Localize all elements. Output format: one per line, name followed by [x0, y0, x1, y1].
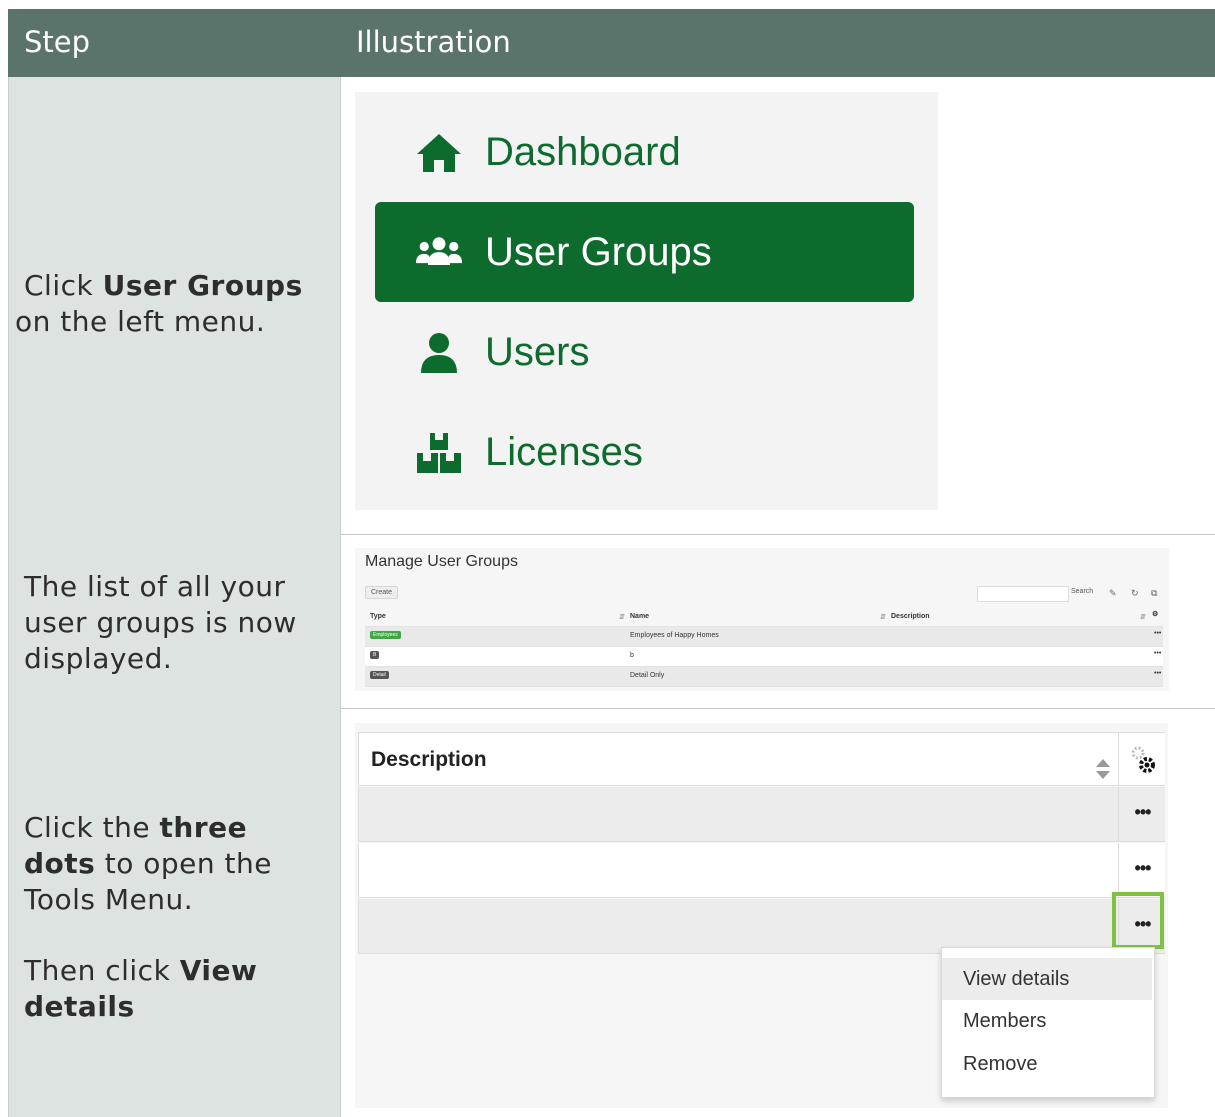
table-row: •••	[358, 899, 1165, 954]
row-actions-button[interactable]: •••	[1154, 650, 1161, 657]
step-3-text: Click the three dots to open the Tools M…	[24, 811, 272, 916]
name-cell: Employees of Happy Homes	[630, 632, 719, 639]
column-divider	[1118, 733, 1119, 785]
menu-item-label: User Groups	[485, 230, 712, 274]
row-actions-button[interactable]: •••	[1119, 802, 1166, 823]
table-row: •••	[358, 787, 1165, 842]
header-step: Step	[24, 25, 91, 59]
header-illustration: Illustration	[356, 25, 511, 59]
sort-icon[interactable]: ⇵	[619, 613, 625, 621]
sort-icon[interactable]: ⇵	[1140, 613, 1146, 621]
sort-icon[interactable]: ⇵	[880, 613, 886, 621]
home-icon	[417, 134, 461, 172]
sort-icon[interactable]	[1096, 759, 1110, 779]
row-divider	[341, 534, 1215, 535]
user-groups-table: Type ⇵ Name ⇵ Description ⇵ ⚙ Employees …	[365, 608, 1163, 687]
menu-item-view-details[interactable]: View details	[942, 958, 1152, 1000]
copy-icon[interactable]: ⧉	[1151, 588, 1157, 599]
type-badge: Employees	[370, 631, 401, 639]
edit-icon[interactable]: ✎	[1109, 588, 1117, 599]
row-actions-button[interactable]: •••	[1154, 630, 1161, 637]
type-badge: B	[370, 651, 380, 659]
column-header-description[interactable]: Description	[371, 748, 487, 772]
table-header-row: Description	[358, 732, 1165, 786]
menu-item-label: Dashboard	[485, 130, 681, 174]
highlight-box	[1112, 892, 1164, 949]
refresh-icon[interactable]: ↻	[1131, 588, 1139, 599]
table-row: Detail Detail Only •••	[365, 667, 1163, 687]
left-menu-illustration: Dashboard User Groups Users Licenses	[355, 92, 938, 510]
step-1-text: Click User Groups on the left menu.	[15, 269, 303, 338]
tools-menu-illustration: Description ••• ••• ••• View details Mem…	[355, 723, 1168, 1108]
menu-item-remove[interactable]: Remove	[942, 1043, 1152, 1085]
column-header-type[interactable]: Type	[370, 613, 386, 620]
table-header: Step Illustration	[8, 9, 1215, 77]
menu-item-label: Licenses	[485, 430, 643, 474]
user-groups-list-illustration: Manage User Groups Create Search ✎ ↻ ⧉ T…	[355, 548, 1169, 691]
type-badge: Detail	[370, 671, 389, 679]
menu-item-members[interactable]: Members	[942, 1000, 1152, 1042]
column-header-description[interactable]: Description	[891, 613, 930, 620]
table-header-row: Type ⇵ Name ⇵ Description ⇵ ⚙	[365, 608, 1163, 627]
table-row: •••	[358, 843, 1165, 898]
step-3-then-text: Then click View details	[24, 954, 258, 1023]
gear-icon[interactable]: ⚙	[1152, 610, 1158, 618]
row-actions-button[interactable]: •••	[1119, 858, 1166, 879]
user-group-icon	[415, 237, 463, 265]
tools-dropdown-menu: View details Members Remove	[941, 947, 1155, 1098]
search-button[interactable]: Search	[1071, 588, 1093, 595]
name-cell: b	[630, 652, 634, 659]
licenses-icon	[417, 433, 461, 473]
row-actions-button[interactable]: •••	[1154, 670, 1161, 677]
menu-item-dashboard[interactable]: Dashboard	[375, 102, 914, 202]
table-row: Employees Employees of Happy Homes •••	[365, 627, 1163, 647]
page-title: Manage User Groups	[365, 553, 518, 570]
menu-item-users[interactable]: Users	[375, 302, 914, 402]
create-button[interactable]: Create	[365, 586, 399, 599]
menu-item-label: Users	[485, 330, 590, 374]
name-cell: Detail Only	[630, 672, 665, 679]
search-input[interactable]	[977, 586, 1069, 602]
column-header-name[interactable]: Name	[630, 613, 649, 620]
step-2-text: The list of all your user groups is now …	[24, 570, 297, 675]
menu-item-licenses[interactable]: Licenses	[375, 402, 914, 502]
table-row: B b •••	[365, 647, 1163, 667]
row-divider	[341, 708, 1215, 709]
menu-item-user-groups[interactable]: User Groups	[375, 202, 914, 302]
gear-icon[interactable]	[1129, 745, 1159, 775]
user-icon	[421, 333, 457, 373]
